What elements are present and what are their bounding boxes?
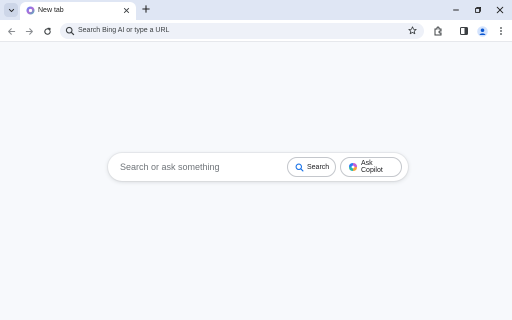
side-panel-icon — [460, 27, 468, 35]
profile-button[interactable] — [475, 24, 489, 38]
puzzle-icon — [434, 26, 442, 36]
browser-toolbar: Search Bing AI or type a URL — [0, 20, 512, 42]
side-panel-button[interactable] — [457, 24, 471, 38]
plus-icon — [142, 5, 150, 13]
close-icon — [496, 6, 504, 13]
forward-button[interactable] — [22, 24, 36, 38]
tab-new-tab[interactable]: New tab — [20, 2, 136, 20]
search-button[interactable]: Search — [287, 157, 336, 177]
tab-close-button[interactable] — [122, 6, 131, 15]
star-icon — [408, 26, 417, 35]
more-vertical-icon — [500, 27, 502, 35]
restore-button[interactable] — [471, 3, 485, 16]
avatar-icon — [476, 25, 488, 37]
new-tab-favicon-icon — [26, 6, 35, 15]
extensions-button[interactable] — [431, 24, 445, 38]
arrow-right-icon — [25, 27, 33, 35]
address-bar[interactable]: Search Bing AI or type a URL — [60, 23, 424, 39]
search-icon — [65, 26, 75, 36]
tab-strip: New tab — [0, 0, 512, 20]
new-tab-button[interactable] — [140, 3, 152, 15]
menu-button[interactable] — [494, 24, 508, 38]
restore-icon — [475, 6, 481, 13]
chevron-down-icon — [8, 8, 14, 12]
reload-button[interactable] — [40, 24, 54, 38]
close-icon — [123, 7, 130, 14]
search-button-label: Search — [307, 163, 330, 171]
close-window-button[interactable] — [493, 3, 507, 16]
tab-title: New tab — [38, 7, 64, 14]
tab-search-button[interactable] — [4, 3, 18, 17]
address-bar-placeholder: Search Bing AI or type a URL — [78, 27, 170, 34]
ask-copilot-label: Ask Copilot — [361, 160, 383, 174]
minimize-icon — [453, 9, 459, 10]
arrow-left-icon — [7, 27, 15, 35]
copilot-icon — [349, 163, 357, 171]
search-input[interactable] — [120, 159, 280, 175]
bookmark-button[interactable] — [407, 25, 418, 36]
search-icon — [295, 163, 304, 172]
back-button[interactable] — [4, 24, 18, 38]
new-tab-search-box: Search Ask Copilot — [108, 153, 408, 181]
reload-icon — [43, 27, 51, 35]
ask-copilot-button[interactable]: Ask Copilot — [340, 157, 402, 177]
minimize-button[interactable] — [449, 3, 463, 16]
